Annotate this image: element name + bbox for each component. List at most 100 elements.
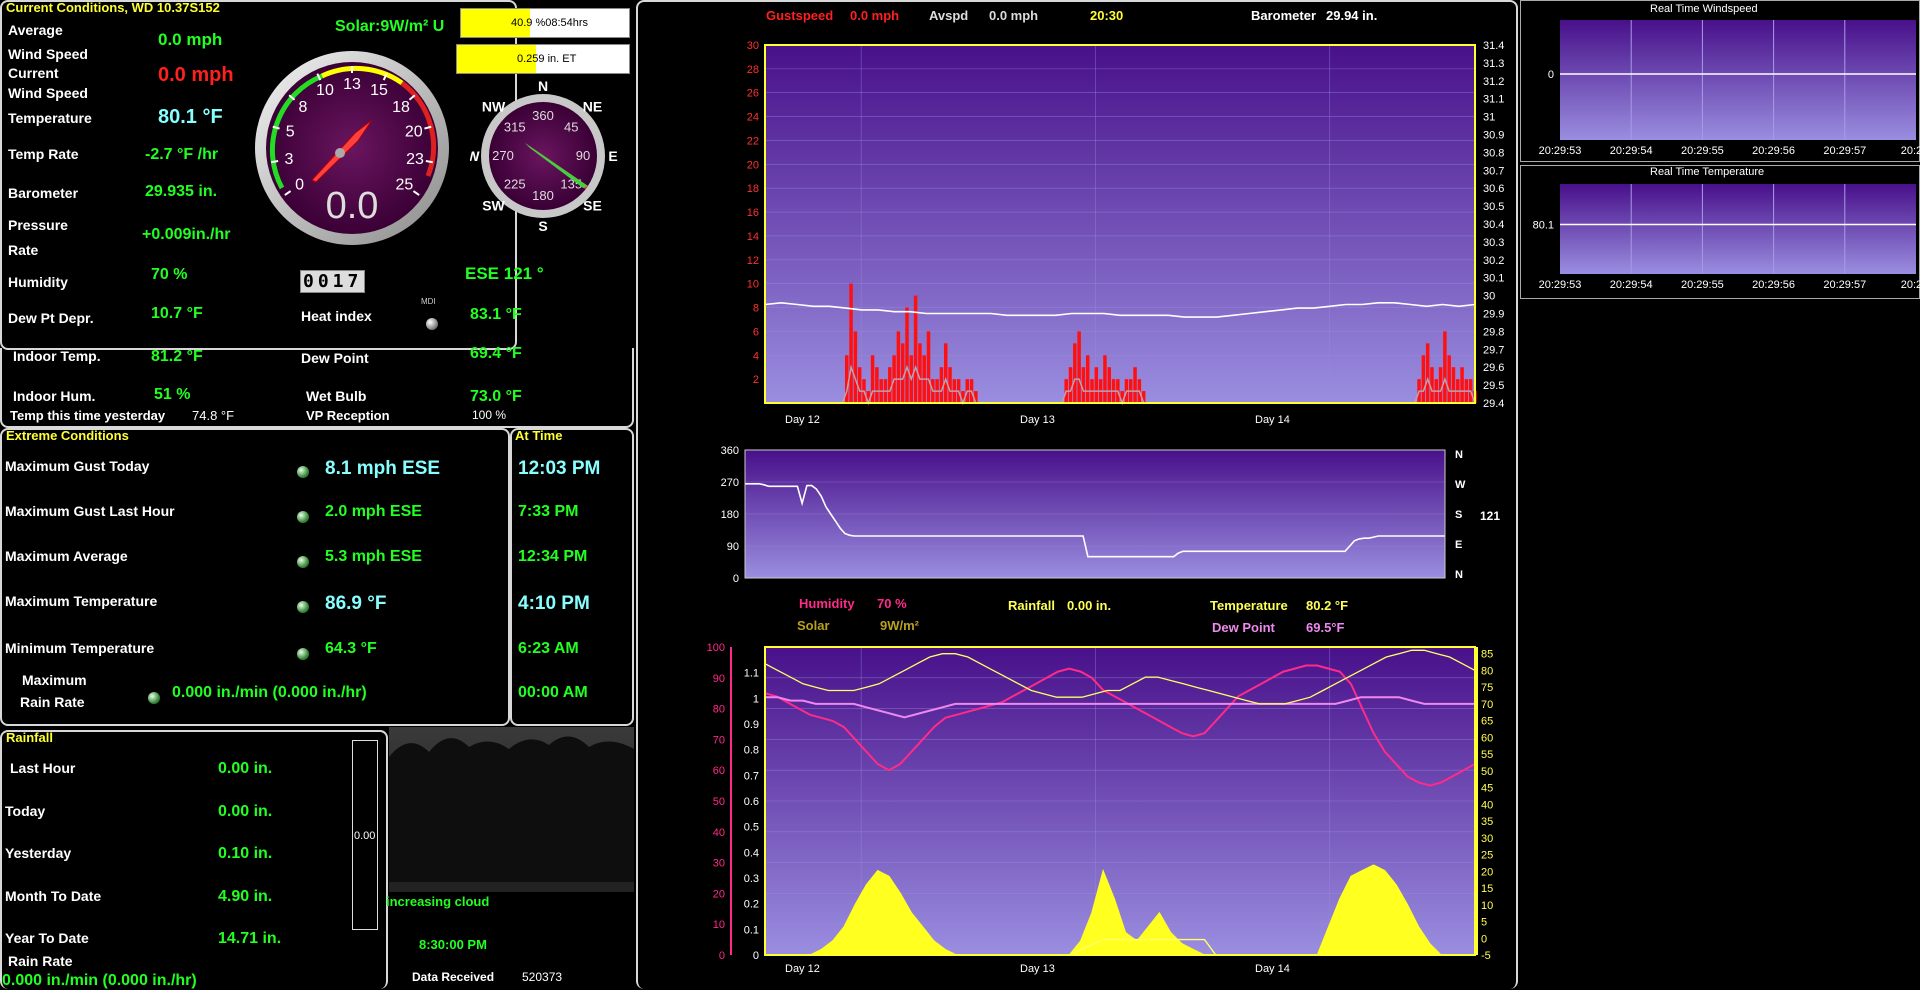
- extreme-row-led: [297, 466, 309, 478]
- compass-label: SW: [482, 197, 505, 213]
- humidity-tick-label: 100: [707, 642, 725, 654]
- rain-tick-label: 0.4: [744, 847, 759, 859]
- rain-row-value: 14.71 in.: [218, 930, 282, 947]
- hum-value: 70 %: [877, 596, 907, 611]
- solar-label: Solar: [797, 618, 830, 633]
- temp-humidity-solar-chart: 010203040506070809010000.10.20.30.40.50.…: [707, 642, 1494, 975]
- rain-tick-label: 0.3: [744, 873, 759, 885]
- status-time: 8:30:00 PM: [419, 937, 487, 952]
- wind-dir-readout: 121: [1480, 509, 1501, 523]
- data-received-value: 520373: [522, 970, 563, 984]
- avspd-label: Avspd: [929, 8, 969, 23]
- wind-direction-value: ESE 121 °: [465, 264, 544, 283]
- speedo-tick-label: 8: [299, 99, 308, 116]
- right-tick-label: 29.7: [1483, 344, 1504, 356]
- x-tick-label: Day 14: [1255, 963, 1290, 975]
- extreme-row-label: Minimum Temperature: [5, 640, 155, 656]
- x-tick-label: 20:29:53: [1539, 279, 1582, 291]
- rain-label: Rainfall: [1008, 598, 1055, 613]
- temp-tick-label: 60: [1481, 732, 1493, 744]
- humidity-tick-label: 60: [713, 765, 725, 777]
- rain-row-value: 0.00 in.: [218, 803, 273, 820]
- right-tick-label: 29.4: [1483, 398, 1504, 410]
- y-tick-label: 80.1: [1533, 220, 1554, 232]
- right-tick-label: 30.8: [1483, 147, 1504, 159]
- speedo-tick-label: 20: [405, 123, 423, 140]
- temp-tick-label: 80: [1481, 665, 1493, 677]
- temp-tick-label: 55: [1481, 749, 1493, 761]
- rain-tick-label: 1: [753, 693, 759, 705]
- temp-tick-label: 10: [1481, 900, 1493, 912]
- temp-tick-label: 30: [1481, 833, 1493, 845]
- extreme-row-time: 6:23 AM: [518, 640, 579, 657]
- pressure-rate-value: +0.009in./hr: [142, 226, 231, 243]
- speedo-tick-label: 5: [286, 123, 295, 140]
- left-tick-label: 6: [753, 326, 759, 338]
- extreme-row-label: Maximum: [22, 672, 87, 688]
- right-tick-label: 29.8: [1483, 326, 1504, 338]
- sunshine-progress-text: 40.9 %08:54hrs: [511, 17, 589, 29]
- compass-degree-label: 315: [504, 120, 526, 135]
- avg-wind-label2: Wind Speed: [8, 46, 88, 62]
- wind-speedometer: 03 58 10 13 1518 20 23 25 0.0: [255, 51, 449, 245]
- rainfall-title: Rainfall: [6, 730, 53, 745]
- wind-compass: NNEESESSWWNW3153604590135180225270: [470, 78, 618, 234]
- x-tick-label: 20:29:55: [1681, 279, 1724, 291]
- heat-index-value: 83.1 °F: [470, 306, 522, 323]
- temp-tick-label: 70: [1481, 699, 1493, 711]
- x-tick-label: 20:29:56: [1752, 279, 1795, 291]
- speedo-tick-label: 18: [392, 99, 410, 116]
- vp-reception-value: 100 %: [472, 408, 507, 422]
- right-tick-label: W: [1455, 479, 1466, 491]
- left-tick-label: 16: [747, 207, 759, 219]
- left-tick-label: 10: [747, 279, 759, 291]
- x-tick-label: 20:29:54: [1610, 279, 1653, 291]
- rain-row-value: 0.10 in.: [218, 845, 273, 862]
- rt-temperature-chart: 20:29:53 20:29:54 20:29:55 20:29:56 20:29:57…: [1533, 184, 1920, 291]
- left-tick-label: 14: [747, 231, 759, 243]
- wet-bulb-label: Wet Bulb: [306, 388, 367, 404]
- left-tick-label: 4: [753, 350, 759, 362]
- humidity-tick-label: 90: [713, 673, 725, 685]
- right-tick-label: 30.9: [1483, 130, 1504, 142]
- temp-tick-label: 45: [1481, 783, 1493, 795]
- speedo-tick-label: 10: [316, 82, 334, 99]
- extreme-row-value: 5.3 mph ESE: [325, 548, 422, 565]
- pressure-label: Pressure: [8, 217, 68, 233]
- compass-label: E: [608, 148, 617, 164]
- x-tick-label: Day 13: [1020, 414, 1055, 426]
- extreme-row-led: [297, 601, 309, 613]
- barometer-value: 29.935 in.: [145, 183, 218, 200]
- temp-tick-label: 50: [1481, 766, 1493, 778]
- dew-value: 69.5°F: [1306, 620, 1345, 635]
- left-tick-label: 26: [747, 88, 759, 100]
- left-tick-label: 12: [747, 255, 759, 267]
- x-tick-label: Day 14: [1255, 414, 1290, 426]
- avg-wind-value: 0.0 mph: [158, 30, 223, 49]
- pressure-rate-label: Rate: [8, 242, 39, 258]
- rain-row-label: Year To Date: [5, 930, 89, 946]
- compass-label: S: [538, 218, 547, 234]
- temp-tick-label: 25: [1481, 850, 1493, 862]
- indoor-hum-label: Indoor Hum.: [13, 388, 96, 404]
- rain-tick-label: 1.1: [744, 668, 759, 680]
- forecast-text: increasing cloud: [386, 894, 490, 909]
- rain-tick-label: 0.1: [744, 924, 759, 936]
- right-tick-label: 29.9: [1483, 309, 1504, 321]
- left-tick-label: 90: [727, 541, 739, 553]
- temp-tick-label: 5: [1481, 917, 1487, 929]
- temp-yesterday-value: 74.8 °F: [192, 408, 235, 423]
- heat-index-label: Heat index: [301, 308, 372, 324]
- wind-direction-chart: 0 90 180 270 360 N W S E N: [721, 446, 1466, 585]
- x-tick-label: 20:29:: [1901, 145, 1920, 157]
- rain-tick-label: 0.8: [744, 745, 759, 757]
- extreme-row-value: 0.000 in./min (0.000 in./hr): [172, 684, 367, 701]
- speedo-tick-label: 25: [396, 177, 414, 194]
- temp-tick-label: -5: [1481, 950, 1491, 962]
- temperature-value: 80.1 °F: [158, 106, 223, 128]
- cur-wind-value: 0.0 mph: [158, 64, 234, 86]
- right-tick-label: 31.2: [1483, 76, 1504, 88]
- solar-header: Solar:9W/m² U: [335, 18, 445, 35]
- extreme-row-label: Maximum Temperature: [5, 593, 158, 609]
- temperature-label: Temperature: [8, 110, 92, 126]
